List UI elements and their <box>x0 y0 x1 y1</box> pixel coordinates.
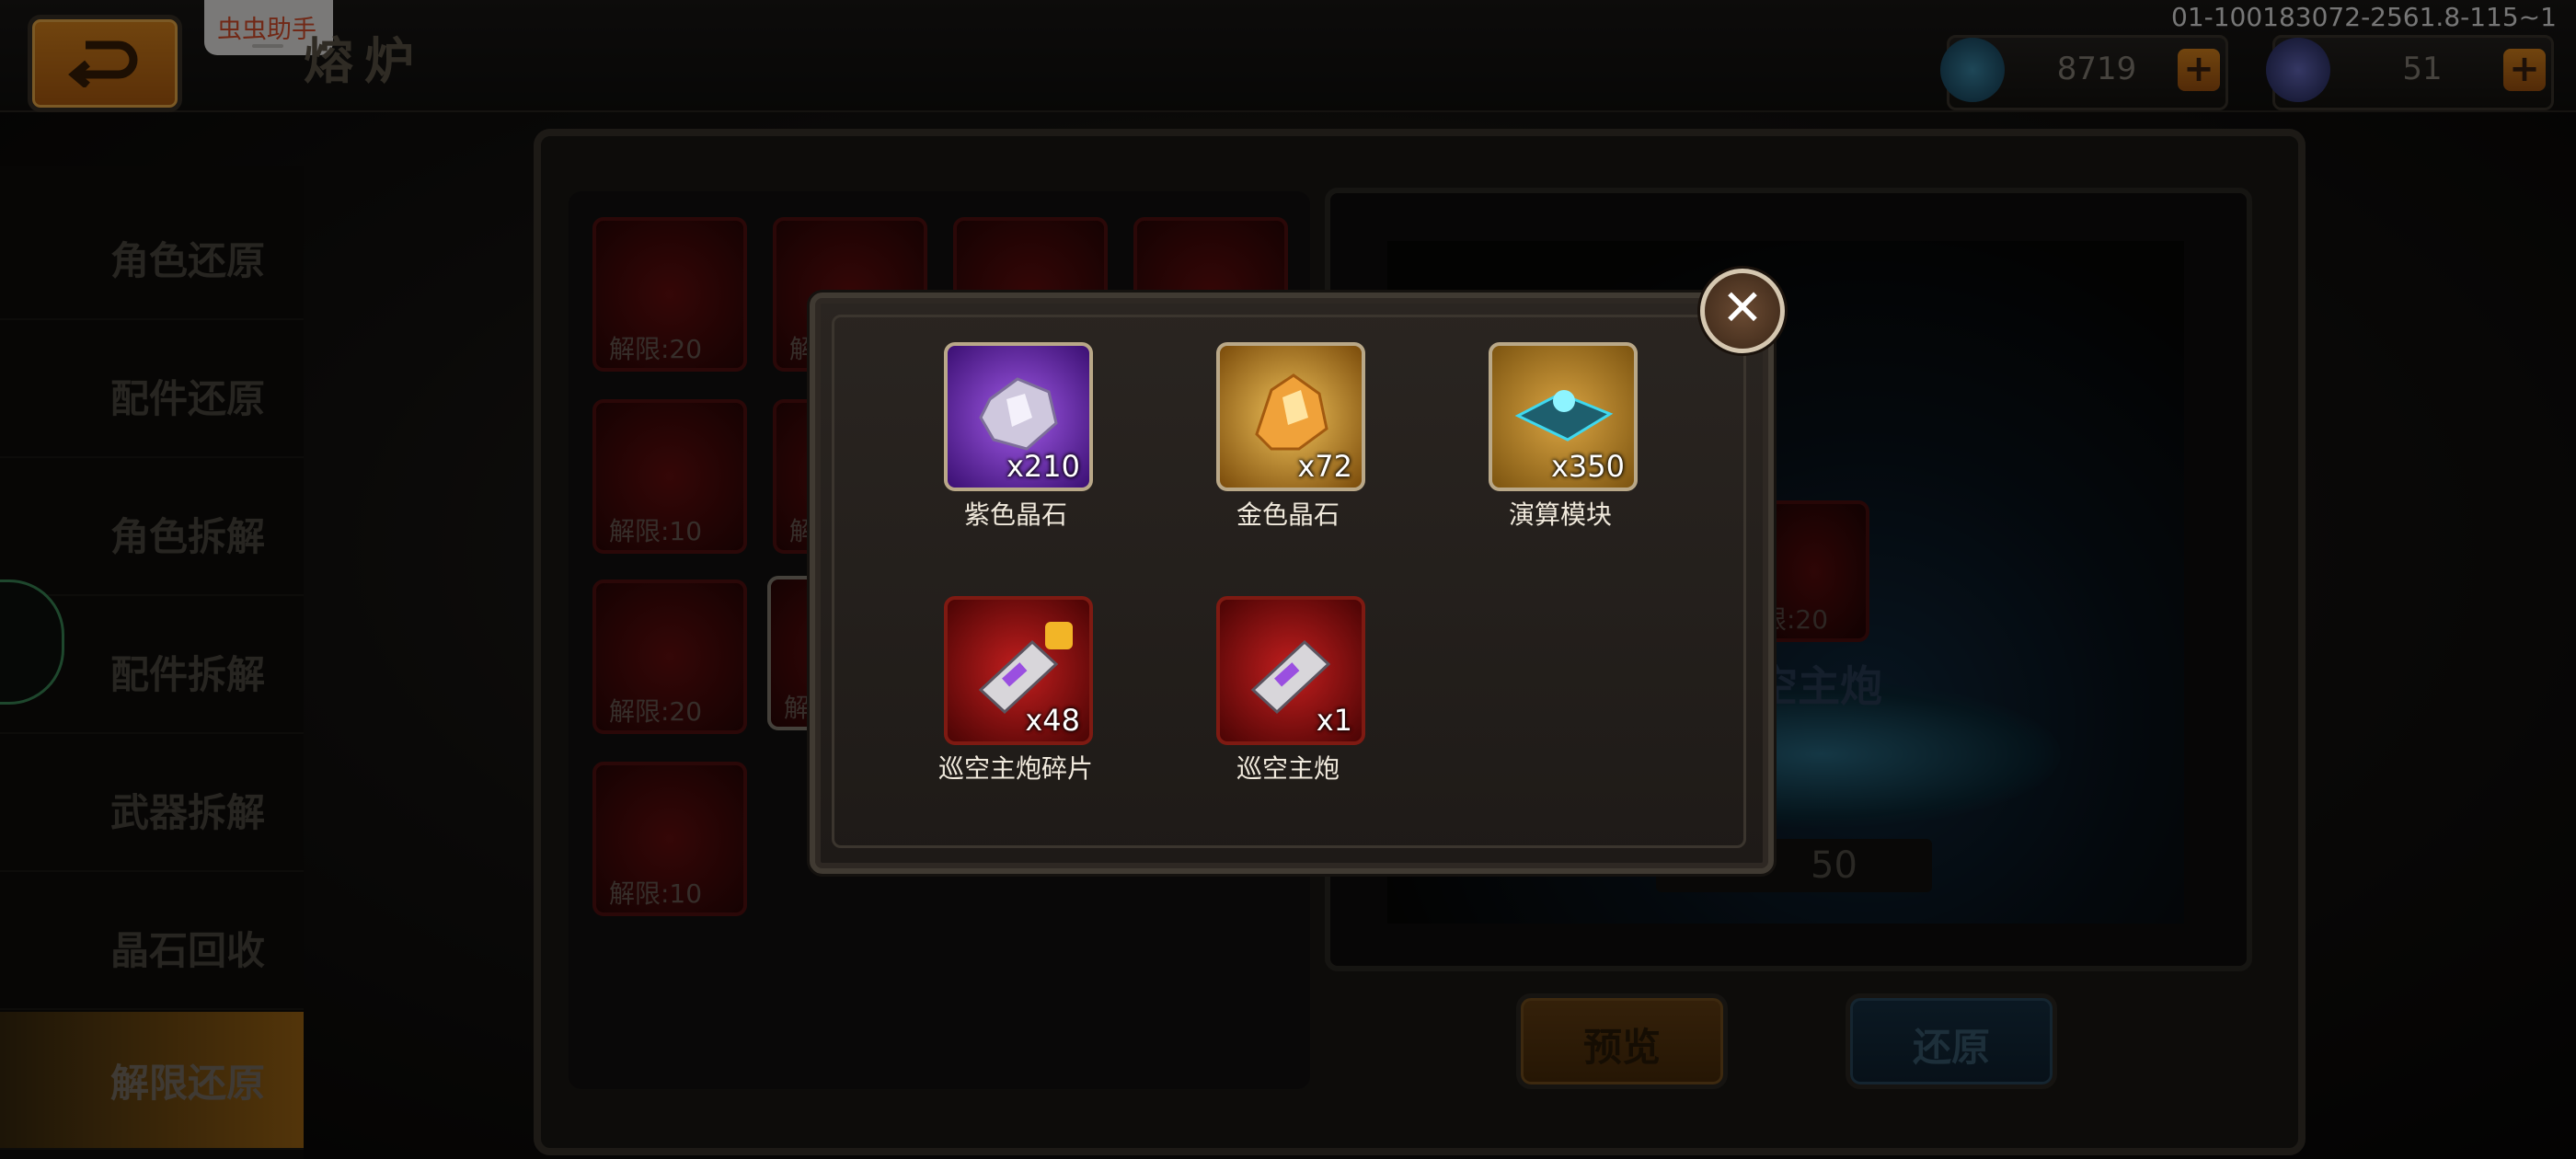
reward-qty: x1 <box>1316 703 1352 738</box>
reward-gold-crystal[interactable]: x72 <box>1216 342 1365 491</box>
close-icon: ✕ <box>1721 279 1764 337</box>
purple-crystal-icon <box>979 377 1058 451</box>
reward-purple-crystal[interactable]: x210 <box>944 342 1093 491</box>
reward-qty: x350 <box>1550 449 1625 484</box>
gold-crystal-icon <box>1255 373 1328 451</box>
reward-name: 金色晶石 <box>1236 499 1340 530</box>
close-button[interactable]: ✕ <box>1700 269 1785 353</box>
reward-name: 紫色晶石 <box>963 499 1067 530</box>
reward-cannon[interactable]: x1 <box>1216 596 1365 745</box>
compute-module-icon <box>1514 390 1614 442</box>
reward-name: 巡空主炮碎片 <box>937 753 1093 784</box>
reward-compute-module[interactable]: x350 <box>1489 342 1638 491</box>
reward-name: 演算模块 <box>1508 499 1612 530</box>
reward-name: 巡空主炮 <box>1236 753 1340 784</box>
reward-qty: x210 <box>1006 449 1080 484</box>
reward-qty: x72 <box>1297 449 1352 484</box>
reward-cannon-fragment[interactable]: x48 <box>944 596 1093 745</box>
reward-qty: x48 <box>1025 703 1080 738</box>
